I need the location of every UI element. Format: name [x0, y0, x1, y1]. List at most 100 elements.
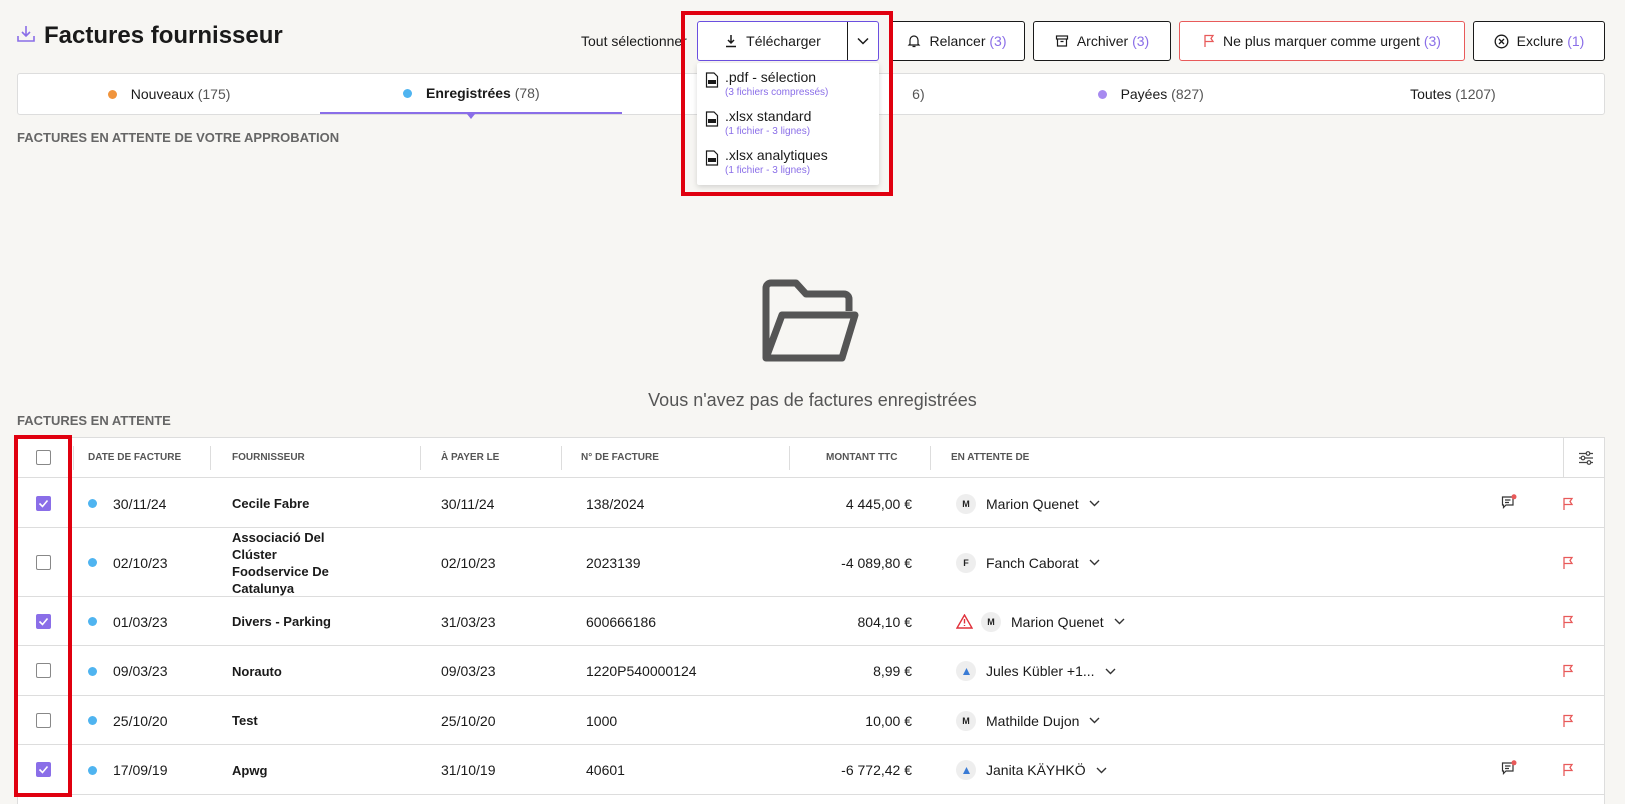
download-dropdown-toggle[interactable]: [848, 22, 878, 60]
invoice-number: 1220P540000124: [586, 663, 697, 679]
status-dot-icon: [88, 558, 97, 567]
invoice-date: 01/03/23: [88, 597, 168, 646]
supplier-name[interactable]: Norauto: [232, 646, 342, 696]
invoice-amount: 804,10 €: [857, 613, 913, 630]
approver-name: Marion Quenet: [986, 495, 1079, 512]
comment-icon[interactable]: [1501, 760, 1518, 776]
exclude-button[interactable]: Exclure (1): [1473, 21, 1605, 61]
row-checkbox[interactable]: [36, 614, 51, 629]
supplier-name[interactable]: Test: [232, 696, 342, 745]
archive-label: Archiver: [1076, 33, 1129, 49]
chevron-down-icon[interactable]: [1105, 668, 1116, 675]
table-row[interactable]: 01/03/23 Divers - Parking 31/03/23 60066618…: [18, 597, 1604, 646]
tab-label: Toutes: [1410, 86, 1452, 102]
select-all-checkbox[interactable]: [36, 450, 51, 465]
invoice-date: 25/10/20: [88, 696, 168, 745]
approver[interactable]: F Fanch Caborat: [956, 528, 1100, 597]
approver[interactable]: Jules Kübler +1...: [956, 646, 1116, 696]
tab-count: (827): [1171, 86, 1204, 102]
col-supplier[interactable]: FOURNISSEUR: [232, 438, 305, 478]
avatar: [956, 661, 976, 681]
supplier-name[interactable]: Divers - Parking: [232, 597, 342, 646]
tab-toutes[interactable]: Toutes (1207): [1302, 74, 1604, 114]
remind-button[interactable]: Relancer (3): [889, 21, 1025, 61]
xlsx-file-icon: [705, 111, 719, 127]
flag-icon[interactable]: [1562, 497, 1574, 511]
row-checkbox[interactable]: [36, 713, 51, 728]
remove-urgent-button[interactable]: Ne plus marquer comme urgent (3): [1179, 21, 1465, 61]
chevron-down-icon[interactable]: [1089, 500, 1100, 507]
download-menu-item-pdf[interactable]: .pdf - sélection (3 fichiers compressés): [705, 69, 828, 98]
empty-state-message: Vous n'avez pas de factures enregistrées: [648, 390, 977, 410]
approver[interactable]: M Marion Quenet: [956, 479, 1100, 528]
flag-icon[interactable]: [1562, 615, 1574, 629]
approver[interactable]: Janita KÄYHKÖ: [956, 745, 1107, 795]
archive-button[interactable]: Archiver (3): [1033, 21, 1171, 61]
invoice-number: 1000: [586, 712, 618, 729]
page-title: Factures fournisseur: [44, 22, 283, 49]
col-number[interactable]: N° DE FACTURE: [581, 438, 659, 478]
table-header: DATE DE FACTURE FOURNISSEUR À PAYER LE N…: [18, 438, 1604, 478]
flag-icon[interactable]: [1562, 556, 1574, 570]
table-row[interactable]: 09/03/23 Norauto 09/03/23 1220P540000124 8,9…: [18, 646, 1604, 696]
chevron-down-icon[interactable]: [1096, 767, 1107, 774]
col-date[interactable]: DATE DE FACTURE: [88, 438, 181, 478]
flag-icon[interactable]: [1562, 664, 1574, 678]
menu-item-sub: (3 fichiers compressés): [725, 87, 829, 98]
checkmark-icon: [38, 617, 49, 626]
row-checkbox[interactable]: [36, 663, 51, 678]
supplier-name[interactable]: Associació Del Clúster Foodservice De Ca…: [232, 528, 342, 597]
remove-urgent-label: Ne plus marquer comme urgent: [1223, 33, 1420, 49]
tab-payees[interactable]: Payées (827): [1000, 74, 1302, 114]
download-menu-item-xlsx-analytics[interactable]: .xlsx analytiques (1 fichier - 3 lignes): [705, 147, 828, 176]
tab-nouveaux[interactable]: Nouveaux (175): [18, 74, 320, 114]
row-checkbox[interactable]: [36, 762, 51, 777]
approver-name: Marion Quenet: [1011, 613, 1104, 630]
approver[interactable]: M Mathilde Dujon: [956, 696, 1100, 745]
menu-item-label: .xlsx analytiques: [725, 147, 828, 163]
comment-icon[interactable]: [1501, 494, 1518, 510]
status-dot-icon: [88, 617, 97, 626]
flag-icon[interactable]: [1562, 763, 1574, 777]
invoice-date: 09/03/23: [88, 646, 168, 696]
avatar-logo-icon: [962, 667, 970, 675]
download-menu-item-xlsx-standard[interactable]: .xlsx standard (1 fichier - 3 lignes): [705, 108, 811, 137]
menu-item-sub: (1 fichier - 3 lignes): [725, 126, 811, 137]
avatar: M: [956, 493, 976, 514]
approval-section-title: FACTURES EN ATTENTE DE VOTRE APPROBATION: [17, 130, 340, 145]
col-amount[interactable]: MONTANT TTC: [826, 438, 897, 478]
download-button[interactable]: Télécharger: [698, 22, 848, 60]
due-date: 09/03/23: [441, 663, 496, 679]
supplier-name[interactable]: Apwg: [232, 745, 342, 795]
approver-name: Fanch Caborat: [986, 554, 1079, 571]
column-settings-icon[interactable]: [1578, 450, 1594, 466]
tab-enregistrees[interactable]: Enregistrées (78): [320, 74, 623, 119]
tab-count: 6): [912, 86, 925, 102]
tab-count: (175): [197, 86, 231, 102]
select-all-link[interactable]: Tout sélectionner: [581, 33, 687, 49]
flag-icon[interactable]: [1562, 714, 1574, 728]
row-checkbox[interactable]: [36, 496, 51, 511]
chevron-down-icon[interactable]: [1089, 717, 1100, 724]
table-row[interactable]: 02/10/23 Associació Del Clúster Foodservi…: [18, 528, 1604, 597]
tab-count: (1207): [1455, 86, 1496, 102]
approver-name: Jules Kübler +1...: [986, 663, 1095, 679]
supplier-name[interactable]: Cecile Fabre: [232, 479, 342, 528]
due-date: 31/10/19: [441, 762, 496, 778]
download-icon: [726, 35, 737, 48]
invoice-number: 600666186: [586, 613, 657, 630]
invoice-date: 17/09/19: [88, 745, 168, 795]
table-row[interactable]: 25/10/20 Test 25/10/20 1000 10,00 € M Mathilde…: [18, 696, 1604, 745]
chevron-down-icon[interactable]: [1114, 618, 1125, 625]
col-due[interactable]: À PAYER LE: [441, 438, 499, 478]
avatar: [956, 760, 976, 780]
approver[interactable]: M Marion Quenet: [956, 597, 1125, 646]
col-waiting[interactable]: EN ATTENTE DE: [951, 438, 1029, 478]
chevron-down-icon[interactable]: [1089, 559, 1100, 566]
status-dot-icon: [88, 499, 97, 508]
status-dot-icon: [107, 89, 117, 99]
invoice-amount: 4 445,00 €: [845, 495, 912, 512]
table-row[interactable]: 30/11/24 Cecile Fabre 30/11/24 138/2024 4 44…: [18, 479, 1604, 528]
table-row[interactable]: 17/09/19 Apwg 31/10/19 40601 -6 772,42 € Jani…: [18, 745, 1604, 795]
row-checkbox[interactable]: [36, 555, 51, 570]
